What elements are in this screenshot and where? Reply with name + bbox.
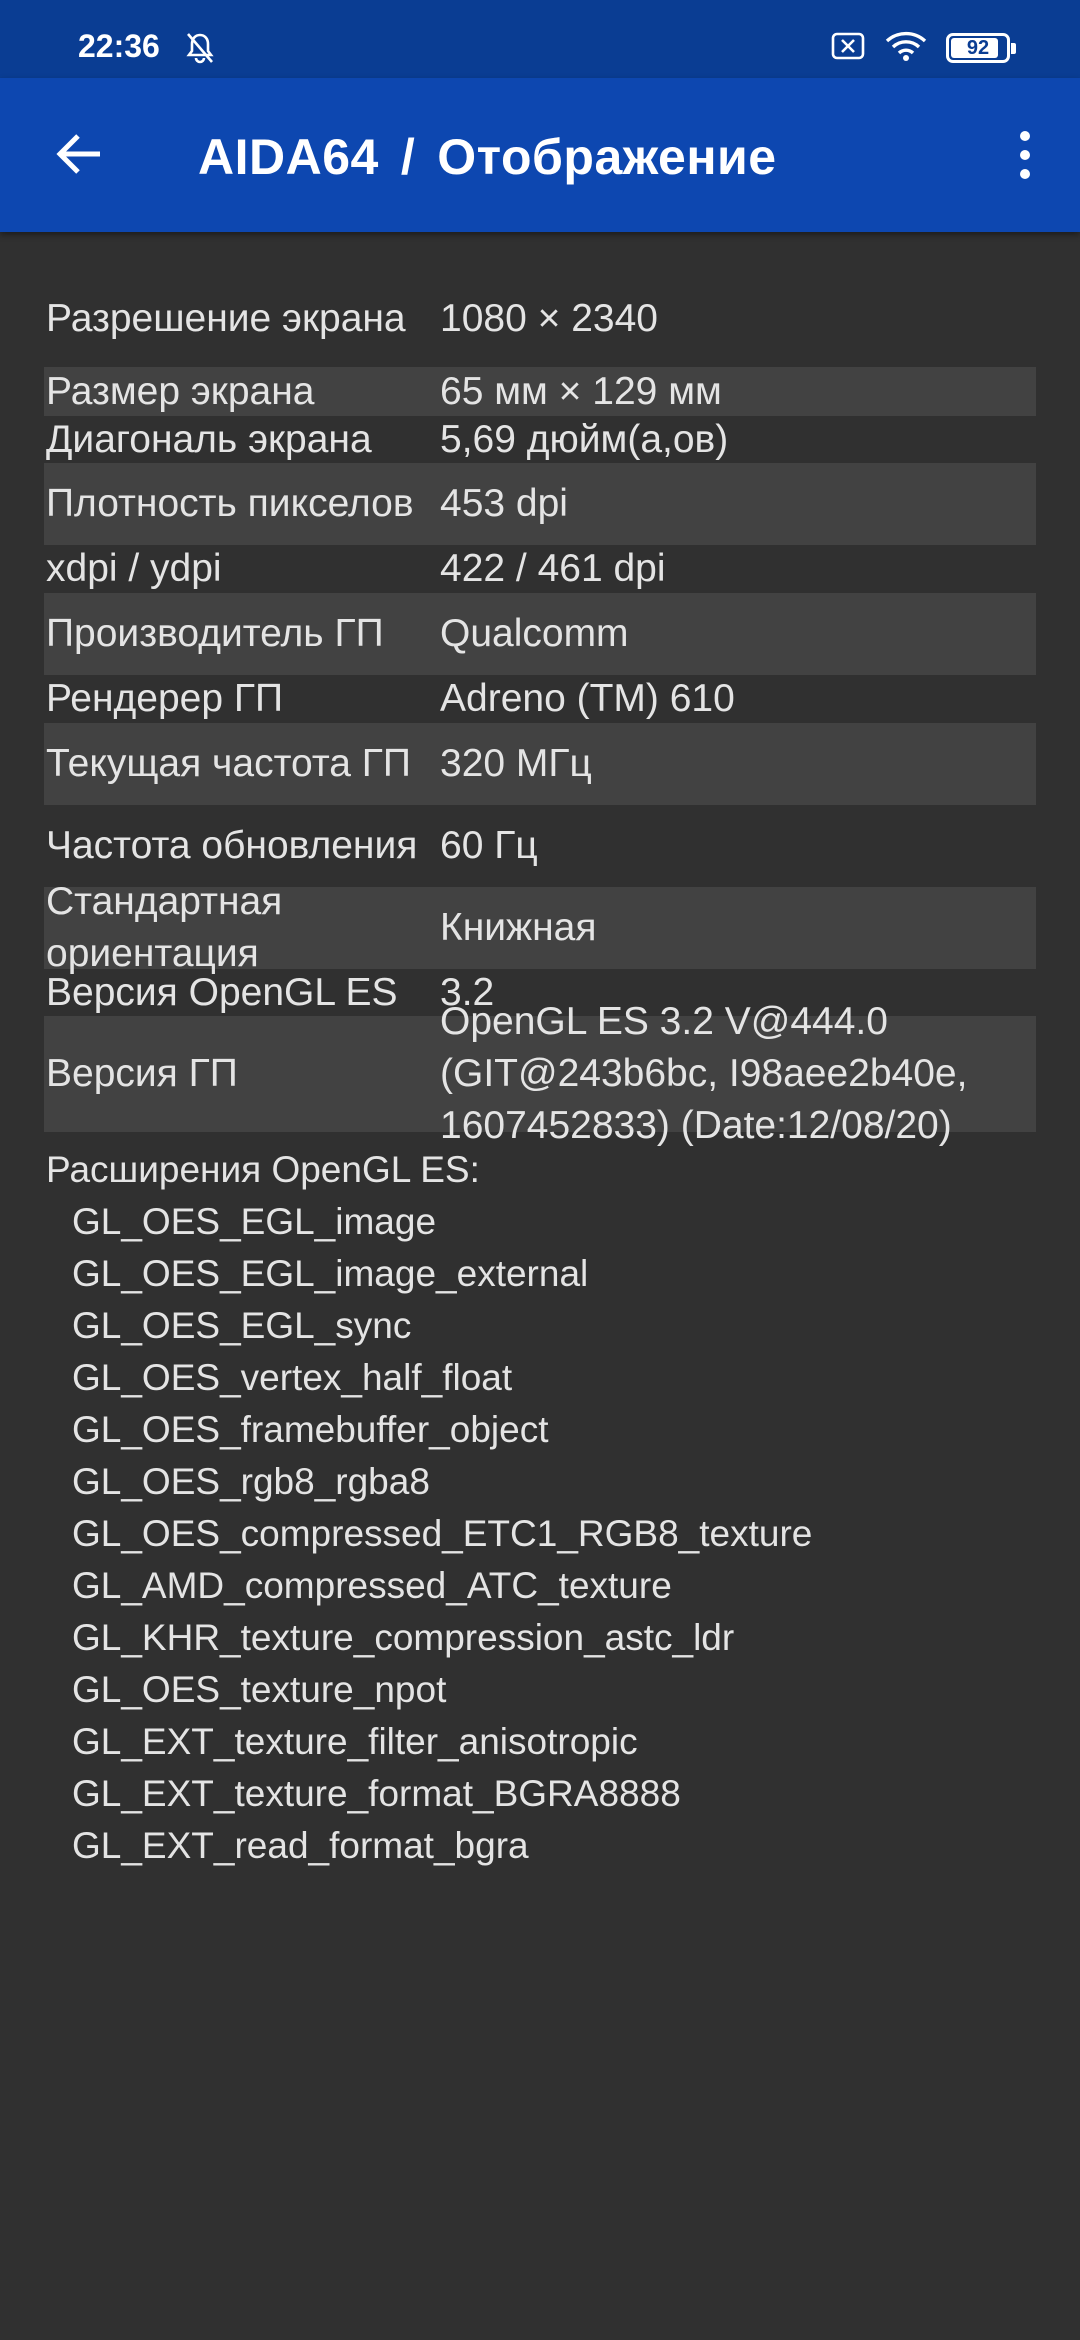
battery-icon: 92 <box>946 33 1016 63</box>
info-row[interactable]: Стандартная ориентация Книжная <box>44 880 1036 975</box>
extension-item: GL_OES_vertex_half_float <box>72 1357 513 1398</box>
info-row-value: 5,69 дюйм(а,ов) <box>440 417 729 461</box>
extension-item: GL_AMD_compressed_ATC_texture <box>72 1565 672 1606</box>
extension-item: GL_EXT_texture_format_BGRA8888 <box>72 1773 681 1814</box>
info-row[interactable]: Версия ГП OpenGL ES 3.2 V@444.0 (GIT@243b… <box>44 1000 1036 1147</box>
back-button[interactable] <box>50 124 110 184</box>
info-row-label: Разрешение экрана <box>46 296 406 340</box>
wifi-icon <box>884 30 928 67</box>
info-row-value: Книжная <box>440 906 597 949</box>
info-row-label: Версия ГП <box>46 1052 238 1095</box>
info-row-label: Текущая частота ГП <box>46 742 411 785</box>
info-row-value: Qualcomm <box>440 612 629 655</box>
info-row-label: Плотность пикселов <box>46 482 414 525</box>
extension-item: GL_KHR_texture_compression_astc_ldr <box>72 1617 735 1658</box>
info-row-value: 422 / 461 dpi <box>440 547 666 590</box>
sim-x-icon <box>830 31 866 66</box>
info-row-label: Частота обновления <box>46 824 418 867</box>
extension-item: GL_OES_texture_npot <box>72 1669 447 1710</box>
status-time: 22:36 <box>78 28 160 64</box>
more-vert-icon[interactable] <box>1000 124 1050 186</box>
info-row-value: 1080 × 2340 <box>440 296 658 340</box>
info-row-label: Рендерер ГП <box>46 677 284 720</box>
extension-item: GL_OES_compressed_ETC1_RGB8_texture <box>72 1513 813 1554</box>
info-row[interactable]: Частота обновления 60 Гц <box>44 805 1036 887</box>
extension-item: GL_OES_EGL_image <box>72 1201 437 1242</box>
info-row-label: Версия OpenGL ES <box>46 970 398 1014</box>
section-name: Отображение <box>437 129 777 185</box>
info-row-value: 65 мм × 129 мм <box>440 369 722 413</box>
extension-item: GL_OES_rgb8_rgba8 <box>72 1461 430 1502</box>
status-icons: 92 <box>830 30 1016 67</box>
info-row-value: 60 Гц <box>440 824 538 867</box>
app-bar: AIDA64 / Отображение <box>0 78 1080 232</box>
info-rows: Разрешение экрана 1080 × 2340 Размер экран… <box>44 270 1036 1147</box>
info-row[interactable]: xdpi / ydpi 422 / 461 dpi <box>44 545 1036 593</box>
status-bar: 22:36 92 <box>0 0 1080 78</box>
info-row[interactable]: Плотность пикселов 453 dpi <box>44 463 1036 545</box>
page-title: AIDA64 / Отображение <box>198 128 777 186</box>
info-row-label: Производитель ГП <box>46 612 384 655</box>
info-row[interactable]: Размер экрана 65 мм × 129 мм <box>44 367 1036 416</box>
extensions-list: GL_OES_EGL_image GL_OES_EGL_image_externa… <box>44 1196 1036 1872</box>
info-row-value: Adreno (TM) 610 <box>440 677 735 720</box>
info-row[interactable]: Рендерер ГП Adreno (TM) 610 <box>44 675 1036 723</box>
extension-item: GL_OES_EGL_image_external <box>72 1253 589 1294</box>
bell-off-icon <box>182 30 218 66</box>
info-row-value: 320 МГц <box>440 742 592 785</box>
info-row-label: Диагональ экрана <box>46 417 372 461</box>
info-row[interactable]: Производитель ГП Qualcomm <box>44 593 1036 675</box>
extension-item: GL_OES_framebuffer_object <box>72 1409 549 1450</box>
battery-level: 92 <box>966 36 990 59</box>
extension-item: GL_OES_EGL_sync <box>72 1305 412 1346</box>
info-table: Разрешение экрана 1080 × 2340 Размер экран… <box>44 270 1036 1872</box>
info-row-value: OpenGL ES 3.2 V@444.0 (GIT@243b6bc, I98a… <box>440 1000 968 1147</box>
info-row[interactable]: Текущая частота ГП 320 МГц <box>44 723 1036 805</box>
info-row-label: xdpi / ydpi <box>46 547 222 590</box>
extension-item: GL_EXT_read_format_bgra <box>72 1825 529 1866</box>
info-row[interactable]: Разрешение экрана 1080 × 2340 <box>44 270 1036 367</box>
extension-item: GL_EXT_texture_filter_anisotropic <box>72 1721 638 1762</box>
title-separator: / <box>400 129 416 185</box>
info-row[interactable]: Диагональ экрана 5,69 дюйм(а,ов) <box>44 416 1036 463</box>
info-row-label: Размер экрана <box>46 369 315 413</box>
info-row-value: 453 dpi <box>440 482 568 525</box>
info-row-label: Стандартная ориентация <box>46 880 283 975</box>
app-name: AIDA64 <box>198 129 379 185</box>
